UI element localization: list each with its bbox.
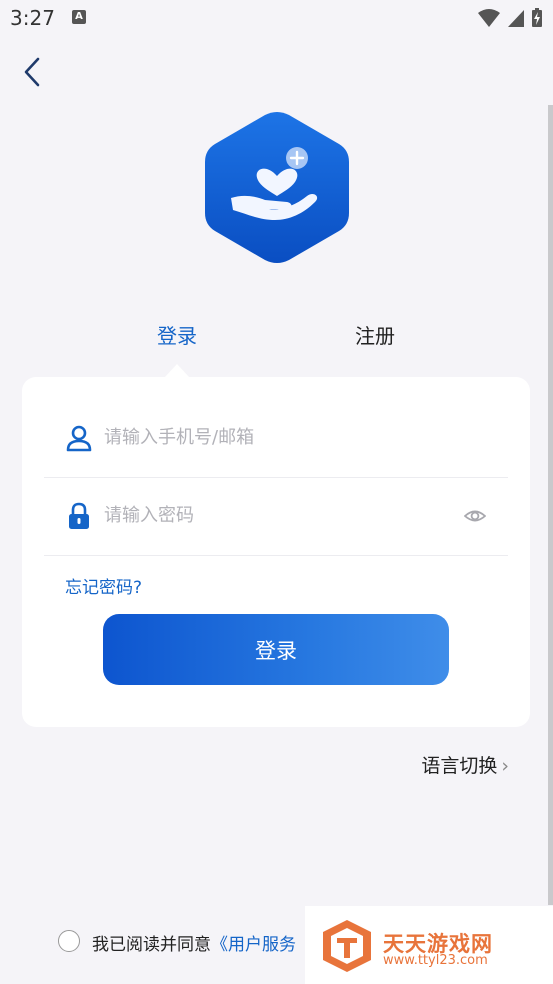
- status-icons: [477, 8, 543, 28]
- signal-icon: [507, 10, 524, 27]
- watermark-logo-icon: [323, 920, 371, 972]
- lock-icon: [69, 502, 89, 529]
- language-switch[interactable]: 语言切换 ›: [421, 751, 509, 778]
- agreement-text: 我已阅读并同意《用户服务: [92, 935, 296, 955]
- status-indicator: A: [72, 10, 86, 24]
- watermark-url: www.ttyl23.com: [383, 953, 488, 968]
- password-field: [44, 477, 508, 556]
- eye-icon[interactable]: [464, 505, 486, 527]
- app-logo: [205, 112, 349, 263]
- chevron-right-icon: ›: [501, 755, 509, 777]
- login-button[interactable]: 登录: [103, 614, 449, 685]
- active-tab-pointer: [164, 364, 190, 378]
- forgot-password-link[interactable]: 忘记密码?: [65, 573, 142, 598]
- chevron-left-icon: [24, 57, 40, 87]
- battery-charging-icon: [532, 8, 542, 27]
- password-input[interactable]: [104, 497, 444, 533]
- user-icon: [66, 425, 92, 452]
- login-card: 忘记密码? 登录: [22, 377, 530, 727]
- back-button[interactable]: [18, 55, 48, 89]
- wifi-icon: [477, 9, 500, 27]
- watermark: 天天游戏网 www.ttyl23.com: [305, 906, 553, 984]
- user-service-link[interactable]: 《用户服务: [211, 935, 296, 955]
- agreement-checkbox[interactable]: [58, 930, 80, 952]
- status-time: 3:27: [10, 6, 55, 30]
- tab-login[interactable]: 登录: [157, 320, 197, 349]
- language-label: 语言切换: [421, 755, 498, 777]
- scroll-indicator: [548, 105, 553, 905]
- tab-register[interactable]: 注册: [355, 320, 395, 349]
- phone-field: [44, 399, 508, 478]
- status-bar: 3:27 A: [0, 0, 553, 38]
- phone-input[interactable]: [104, 419, 444, 455]
